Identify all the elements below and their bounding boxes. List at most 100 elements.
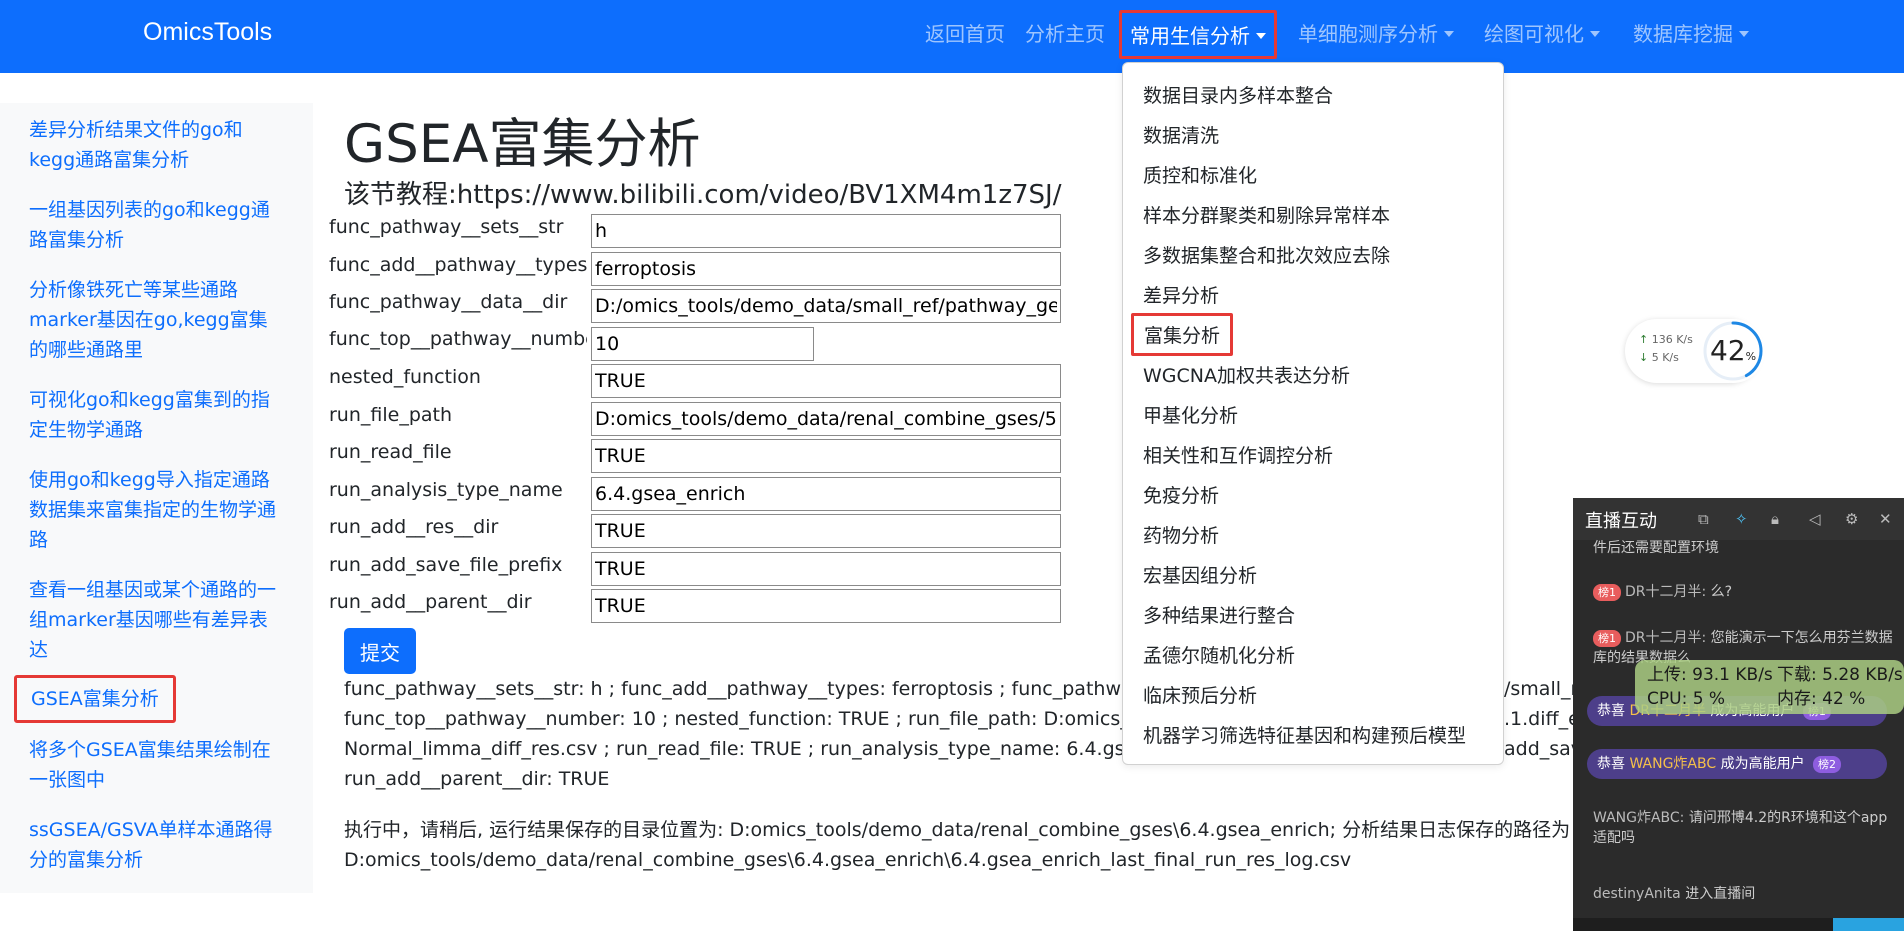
monitor-upload: 上传: 93.1 KB/s (1647, 665, 1773, 685)
chat-user[interactable]: destinyAnita (1593, 886, 1681, 902)
upload-arrow-icon: ↑ (1639, 333, 1649, 346)
func-pathway-data-dir-input[interactable] (591, 289, 1061, 323)
network-speed-widget[interactable]: ↑ 136 K/s ↓ 5 K/s 42% (1625, 319, 1765, 383)
download-arrow-icon: ↓ (1639, 351, 1649, 364)
chat-user[interactable]: DR十二月半: (1625, 630, 1706, 646)
dropdown-item-result-integration[interactable]: 多种结果进行整合 (1143, 601, 1295, 628)
sidebar-item-gsea[interactable]: GSEA富集分析 (14, 675, 176, 723)
dropdown-item-machine-learning[interactable]: 机器学习筛选特征基因和构建预后模型 (1143, 721, 1466, 748)
run-add-res-dir-input[interactable] (591, 514, 1061, 548)
dropdown-item-qc-normalization[interactable]: 质控和标准化 (1143, 161, 1257, 188)
common-bioinfo-dropdown-menu: 数据目录内多样本整合 数据清洗 质控和标准化 样本分群聚类和剔除异常样本 多数据… (1122, 62, 1504, 765)
sidebar-item-multi-gsea-plot[interactable]: 将多个GSEA富集结果绘制在一张图中 (29, 735, 279, 795)
nav-single-cell-dropdown[interactable]: 单细胞测序分析 (1298, 18, 1454, 47)
running-line: 执行中，请稍后, 运行结果保存的目录位置为: D:omics_tools/dem… (344, 819, 1571, 841)
chat-user[interactable]: WANG炸ABC (1629, 756, 1716, 772)
submit-button[interactable]: 提交 (344, 628, 416, 674)
dropdown-item-multi-sample-merge[interactable]: 数据目录内多样本整合 (1143, 81, 1333, 108)
running-status: 执行中，请稍后, 运行结果保存的目录位置为: D:omics_tools/dem… (344, 815, 1574, 875)
func-pathway-sets-str-input[interactable] (591, 214, 1061, 248)
chat-text: 进入直播间 (1680, 886, 1756, 902)
sidebar-item-visualize-pathways[interactable]: 可视化go和kegg富集到的指定生物学通路 (29, 385, 279, 445)
dropdown-item-mendelian-randomization[interactable]: 孟德尔随机化分析 (1143, 641, 1295, 668)
rank-badge: 榜2 (1813, 756, 1842, 773)
run-add-parent-dir-input[interactable] (591, 589, 1061, 623)
label-func-add-pathway-types: func_add__pathway__types (329, 254, 587, 276)
close-icon[interactable]: ✕ (1879, 510, 1892, 528)
rank-badge: 榜1 (1593, 584, 1621, 601)
network-speeds: ↑ 136 K/s ↓ 5 K/s (1639, 331, 1693, 367)
dropdown-item-sample-clustering[interactable]: 样本分群聚类和剔除异常样本 (1143, 201, 1390, 228)
monitor-memory: 内存: 42 % (1777, 689, 1866, 709)
label-func-top-pathway-number: func_top__pathway__number (329, 328, 587, 350)
dropdown-item-batch-effect[interactable]: 多数据集整合和批次效应去除 (1143, 241, 1390, 268)
dropdown-item-wgcna[interactable]: WGCNA加权共表达分析 (1143, 361, 1350, 388)
nav-database-mining-dropdown[interactable]: 数据库挖掘 (1633, 18, 1749, 47)
page-title: GSEA富集分析 (344, 114, 701, 175)
dropdown-item-methylation[interactable]: 甲基化分析 (1143, 401, 1238, 428)
cpu-percent: 42% (1709, 334, 1757, 367)
nested-function-input[interactable] (591, 364, 1061, 398)
run-add-save-file-prefix-input[interactable] (591, 552, 1061, 586)
top-navbar: OmicsTools 返回首页 分析主页 常用生信分析 单细胞测序分析 绘图可视… (0, 0, 1904, 73)
nav-home-link[interactable]: 返回首页 (925, 18, 1005, 47)
upload-speed: 136 K/s (1651, 333, 1693, 346)
chat-message: destinyAnita 进入直播间 (1593, 884, 1893, 904)
label-run-add-parent-dir: run_add__parent__dir (329, 591, 532, 613)
chat-user[interactable]: DR十二月半: (1625, 584, 1706, 600)
sidebar-item-diff-go-kegg[interactable]: 差异分析结果文件的go和kegg通路富集分析 (29, 115, 279, 175)
run-file-path-input[interactable] (591, 402, 1061, 436)
dropdown-item-correlation[interactable]: 相关性和互作调控分析 (1143, 441, 1333, 468)
dropdown-item-diff-analysis[interactable]: 差异分析 (1143, 281, 1219, 308)
dropdown-item-metagenome[interactable]: 宏基因组分析 (1143, 561, 1257, 588)
dropdown-item-drug[interactable]: 药物分析 (1143, 521, 1219, 548)
download-speed: 5 K/s (1651, 351, 1679, 364)
running-line: D:omics_tools/demo_data/renal_combine_gs… (344, 849, 1352, 871)
sidebar-item-marker-diff-expression[interactable]: 查看一组基因或某个通路的一组marker基因哪些有差异表达 (29, 575, 279, 665)
sidebar-item-custom-pathway-dataset[interactable]: 使用go和kegg导入指定通路数据集来富集指定的生物学通路 (29, 465, 279, 555)
label-run-analysis-type-name: run_analysis_type_name (329, 479, 563, 501)
brand-logo[interactable]: OmicsTools (143, 18, 272, 47)
cpu-gauge: 42% (1701, 319, 1765, 383)
dropdown-item-enrichment[interactable]: 富集分析 (1131, 313, 1234, 356)
nav-common-bioinfo-dropdown[interactable]: 常用生信分析 (1119, 10, 1277, 59)
send-button[interactable] (1833, 918, 1904, 931)
chat-highlight-banner: 恭喜 WANG炸ABC 成为高能用户 榜2 (1587, 749, 1887, 779)
label-nested-function: nested_function (329, 366, 481, 388)
sidebar-item-marker-pathways[interactable]: 分析像铁死亡等某些通路marker基因在go,kegg富集的哪些通路里 (29, 275, 279, 365)
mute-icon[interactable]: ◁ (1809, 510, 1821, 528)
effects-icon[interactable]: ✧ (1735, 510, 1748, 528)
lock-icon[interactable]: 🔒︎ (1771, 510, 1779, 528)
summary-line: run_add__parent__dir: TRUE (344, 768, 610, 790)
rank-badge: 榜1 (1593, 630, 1621, 647)
nav-visualization-dropdown[interactable]: 绘图可视化 (1484, 18, 1600, 47)
chat-user[interactable]: WANG炸ABC: (1593, 810, 1684, 826)
live-interaction-panel: 直播互动 ⧉ ✧ 🔒︎ ◁ ⚙ ✕ 件后还需要配置环境 榜1 DR十二月半: 么?… (1573, 498, 1904, 931)
settings-icon[interactable]: ⚙ (1845, 510, 1858, 528)
chat-message: 件后还需要配置环境 (1593, 540, 1719, 556)
run-analysis-type-name-input[interactable] (591, 477, 1061, 511)
chat-text: 么? (1706, 584, 1733, 600)
monitor-download: 下载: 5.28 KB/s (1777, 665, 1903, 685)
func-top-pathway-number-input[interactable] (591, 327, 814, 361)
run-read-file-input[interactable] (591, 439, 1061, 473)
monitor-cpu: CPU: 5 % (1647, 689, 1726, 709)
nav-analysis-home-link[interactable]: 分析主页 (1025, 18, 1105, 47)
chat-input-bar[interactable] (1573, 918, 1904, 931)
label-run-read-file: run_read_file (329, 441, 452, 463)
label-run-add-save-file-prefix: run_add_save_file_prefix (329, 554, 563, 576)
live-panel-header: 直播互动 ⧉ ✧ 🔒︎ ◁ ⚙ ✕ (1573, 498, 1904, 540)
dropdown-item-data-cleaning[interactable]: 数据清洗 (1143, 121, 1219, 148)
sidebar: 差异分析结果文件的go和kegg通路富集分析 一组基因列表的go和kegg通路富… (0, 103, 313, 893)
dropdown-item-clinical-prognosis[interactable]: 临床预后分析 (1143, 681, 1257, 708)
dropdown-item-immune[interactable]: 免疫分析 (1143, 481, 1219, 508)
chat-message: WANG炸ABC: 请问邢博4.2的R环境和这个app适配吗 (1593, 808, 1893, 848)
label-func-pathway-sets-str: func_pathway__sets__str (329, 216, 564, 238)
system-monitor-overlay[interactable]: 上传: 93.1 KB/s CPU: 5 % 下载: 5.28 KB/s 内存:… (1635, 660, 1904, 714)
func-add-pathway-types-input[interactable] (591, 252, 1061, 286)
popout-icon[interactable]: ⧉ (1698, 510, 1709, 528)
live-panel-title: 直播互动 (1585, 511, 1657, 532)
sidebar-item-ssgsea-gsva[interactable]: ssGSEA/GSVA单样本通路得分的富集分析 (29, 815, 279, 875)
sidebar-item-gene-list-go-kegg[interactable]: 一组基因列表的go和kegg通路富集分析 (29, 195, 279, 255)
tutorial-link[interactable]: 该节教程:https://www.bilibili.com/video/BV1X… (344, 174, 1061, 211)
